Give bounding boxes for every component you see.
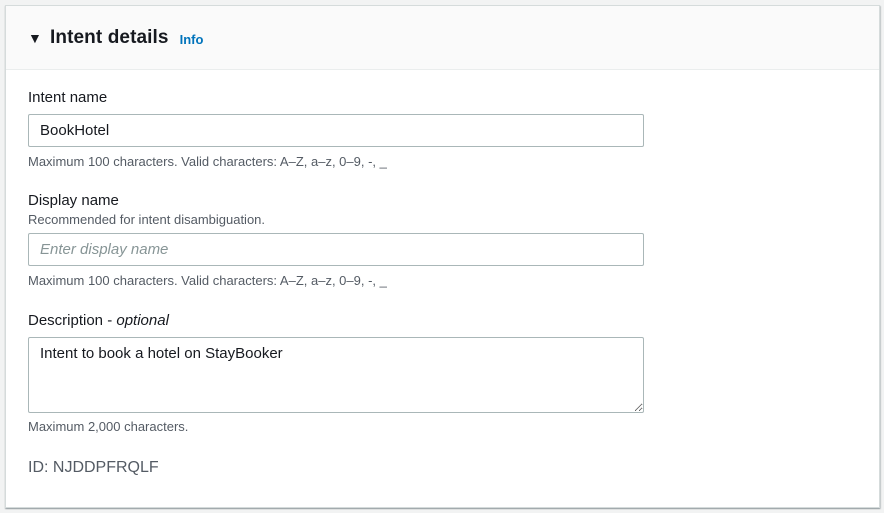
- description-textarea[interactable]: Intent to book a hotel on StayBooker: [28, 337, 644, 413]
- panel-header[interactable]: ▼ Intent details Info: [6, 6, 879, 70]
- description-constraint: Maximum 2,000 characters.: [28, 419, 189, 434]
- description-label-text: Description: [28, 312, 104, 329]
- panel-title: Intent details: [50, 26, 169, 48]
- optional-label: optional: [116, 312, 169, 329]
- intent-name-constraint: Maximum 100 characters. Valid characters…: [28, 154, 387, 169]
- description-label: Description - optional: [28, 312, 644, 330]
- description-field: Description - optional Intent to book a …: [28, 312, 644, 435]
- intent-name-field: Intent name Maximum 100 characters. Vali…: [28, 89, 644, 170]
- display-name-constraint: Maximum 100 characters. Valid characters…: [28, 273, 387, 288]
- display-name-label: Display name: [28, 192, 119, 209]
- display-name-input[interactable]: [28, 233, 644, 266]
- intent-name-input[interactable]: [28, 114, 644, 147]
- display-name-description: Recommended for intent disambiguation.: [28, 212, 266, 227]
- intent-name-label: Intent name: [28, 89, 108, 106]
- intent-details-panel: ▼ Intent details Info Intent name Maximu…: [5, 5, 880, 508]
- display-name-field: Display name Recommended for intent disa…: [28, 192, 644, 289]
- intent-id: ID: NJDDPFRQLF: [28, 459, 159, 476]
- info-link[interactable]: Info: [180, 32, 204, 47]
- description-label-separator: -: [103, 312, 117, 329]
- caret-down-icon[interactable]: ▼: [28, 31, 42, 45]
